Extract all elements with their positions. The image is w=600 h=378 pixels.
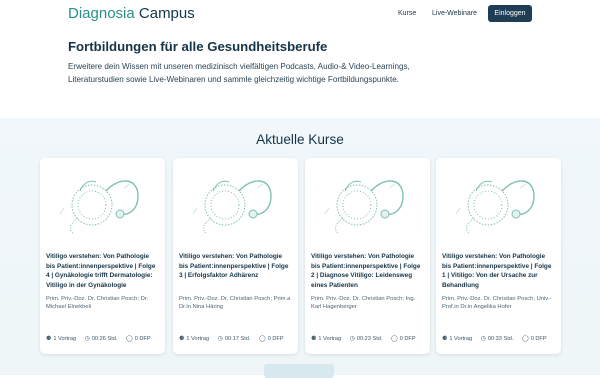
award-icon: ◯ [521,336,529,342]
award-icon: ◯ [125,336,133,342]
section-title: Aktuelle Kurse [256,132,344,147]
headphones-icon: ⚈ [442,336,448,342]
stethoscope-illustration [436,158,561,244]
course-title[interactable]: Vitiligo verstehen: Von Pathologie bis P… [442,252,556,290]
course-card[interactable]: Vitiligo verstehen: Von Pathologie bis P… [305,158,430,354]
hero-description: Erweitere dein Wissen mit unseren medizi… [68,62,410,84]
headphones-icon: ⚈ [179,336,185,342]
hero-title: Fortbildungen für alle Gesundheitsberufe [68,39,328,54]
course-title[interactable]: Vitiligo verstehen: Von Pathologie bis P… [311,252,425,290]
points: 0 DFP [267,336,284,342]
course-card[interactable]: Vitiligo verstehen: Von Pathologie bis P… [436,158,561,354]
top-navigation: Diagnosia Campus Kurse Live-Webinare Ein… [0,0,600,28]
course-meta: ⚈ 1 Vortrag ◷ 00:26 Std. ◯ 0 DFP [46,335,164,342]
award-icon: ◯ [258,336,266,342]
points: 0 DFP [530,336,547,342]
duration: 00:23 Std. [356,336,383,342]
logo[interactable]: Diagnosia Campus [68,5,195,23]
show-all-courses-button[interactable] [264,364,334,378]
course-card[interactable]: Vitiligo verstehen: Von Pathologie bis P… [173,158,298,354]
course-authors: Prim. Priv.-Doz. Dr. Christian Posch; Un… [442,296,552,311]
headphones-icon: ⚈ [46,336,52,342]
course-meta: ⚈ 1 Vortrag ◷ 00:23 Std. ◯ 0 DFP [311,335,429,342]
stethoscope-illustration [305,158,430,244]
nav-link-kurse[interactable]: Kurse [398,10,416,17]
logo-diagnosia: Diagnosia [68,5,135,22]
award-icon: ◯ [390,336,398,342]
course-authors: Prim. Priv.-Doz. Dr. Christian Posch; Pr… [179,296,291,311]
course-title[interactable]: Vitiligo verstehen: Von Pathologie bis P… [179,252,293,281]
course-meta: ⚈ 1 Vortrag ◷ 00:33 Std. ◯ 0 DFP [442,335,560,342]
course-card[interactable]: Vitiligo verstehen: Von Pathologie bis P… [40,158,165,354]
course-meta: ⚈ 1 Vortrag ◷ 00:17 Std. ◯ 0 DFP [179,335,297,342]
headphones-icon: ⚈ [311,336,317,342]
duration: 00:26 Std. [91,336,118,342]
login-button[interactable]: Einloggen [488,5,532,22]
clock-icon: ◷ [349,336,355,342]
points: 0 DFP [399,336,416,342]
stethoscope-illustration [40,158,165,244]
duration: 00:33 Std. [487,336,514,342]
clock-icon: ◷ [217,336,223,342]
lessons-count: 1 Vortrag [186,336,210,342]
course-title[interactable]: Vitiligo verstehen: Von Pathologie bis P… [46,252,160,290]
stethoscope-illustration [173,158,298,244]
logo-campus: Campus [138,5,195,22]
lessons-count: 1 Vortrag [53,336,77,342]
nav-link-live-webinare[interactable]: Live-Webinare [432,10,477,17]
course-authors: Prim. Priv.-Doz. Dr. Christian Posch; Dr… [46,296,148,311]
clock-icon: ◷ [84,336,90,342]
clock-icon: ◷ [480,336,486,342]
lessons-count: 1 Vortrag [318,336,342,342]
courses-section: Aktuelle Kurse Vitiligo verstehen: Von P… [0,118,600,375]
course-authors: Prim. Priv.-Doz. Dr. Christian Posch; In… [311,296,416,311]
lessons-count: 1 Vortrag [449,336,473,342]
duration: 00:17 Std. [224,336,251,342]
points: 0 DFP [134,336,151,342]
